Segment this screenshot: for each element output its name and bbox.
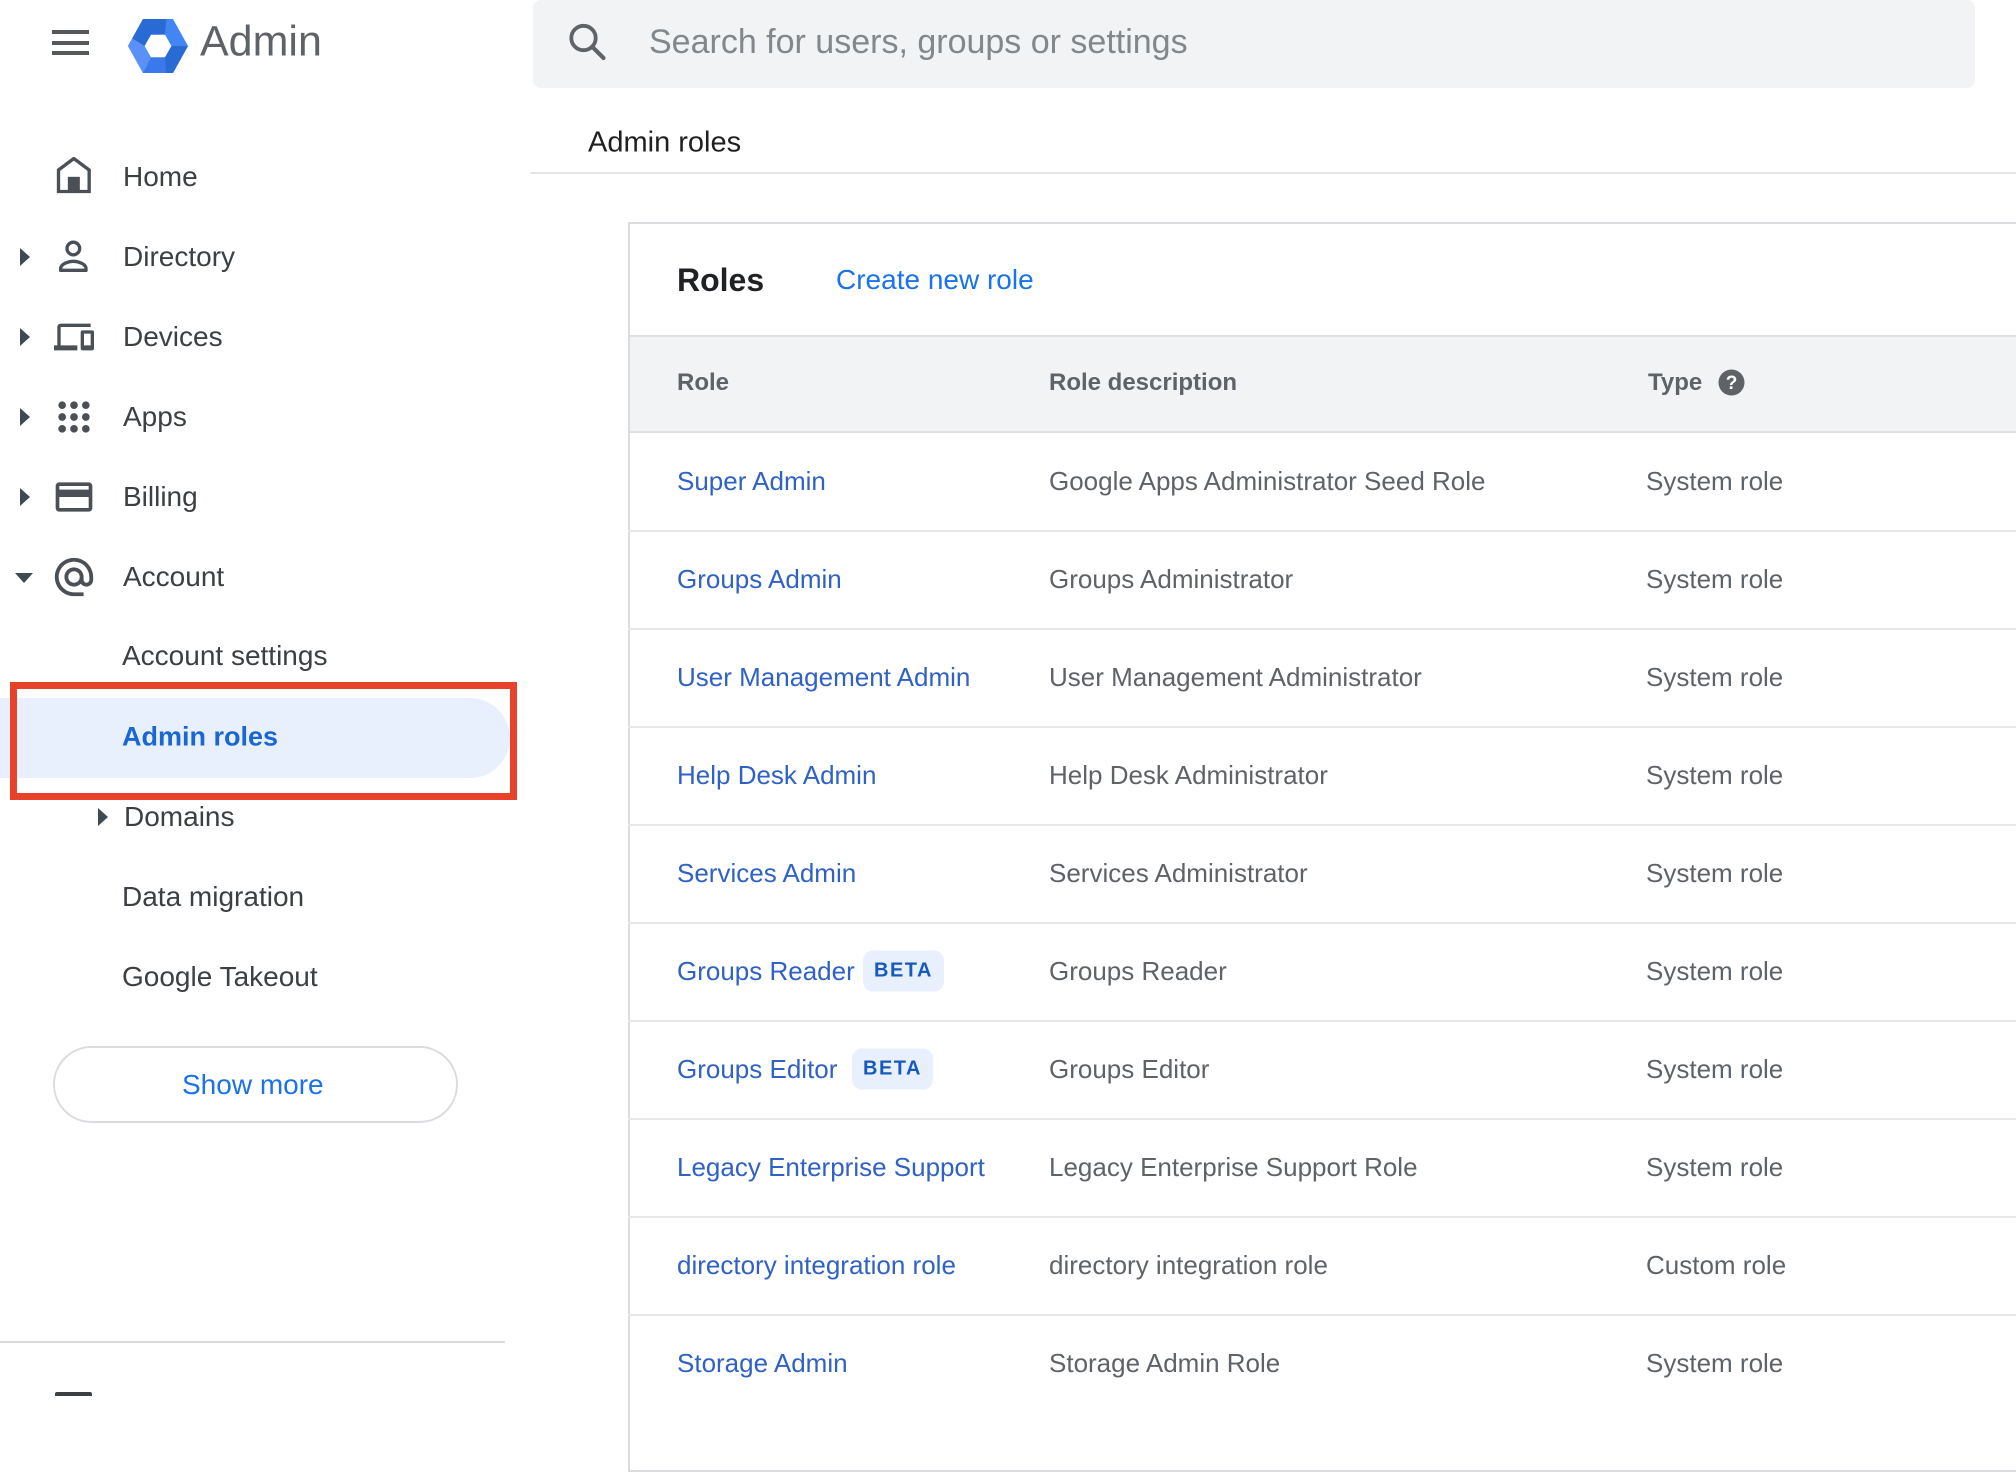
svg-text:?: ? <box>1726 373 1738 394</box>
